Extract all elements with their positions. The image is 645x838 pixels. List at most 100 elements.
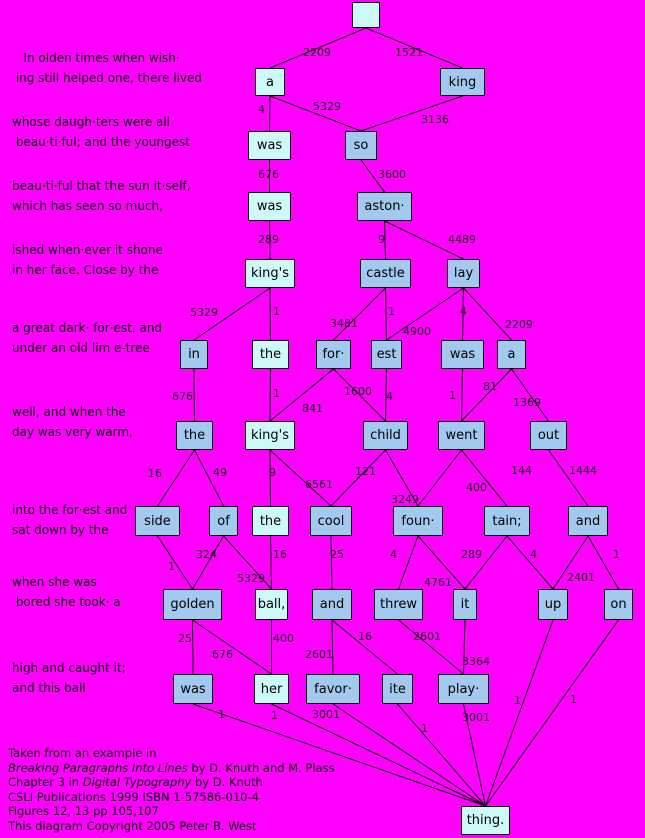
graph-node-aston[interactable]: aston· <box>357 192 412 221</box>
caption-line-3-rest: by D. Knuth <box>191 775 263 789</box>
edge-weight-label: 4761 <box>424 576 452 589</box>
graph-edge <box>506 535 554 590</box>
graph-node-a1[interactable]: a <box>255 68 285 96</box>
edge-weight-label: 25 <box>178 632 192 645</box>
story-paragraph: a great dark· for·est, and under an old … <box>12 321 163 355</box>
edge-weight-label: 1 <box>271 709 278 722</box>
graph-node-went[interactable]: went <box>438 421 485 450</box>
graph-node-label: and <box>575 513 601 529</box>
graph-edge <box>417 449 462 507</box>
edge-weight-label: 3481 <box>330 317 358 330</box>
graph-node-label: so <box>353 138 369 153</box>
graph-node-root[interactable] <box>352 2 380 28</box>
graph-node-threw[interactable]: threw <box>374 589 423 620</box>
graph-node-cool[interactable]: cool <box>310 506 352 536</box>
edge-weight-label: 3364 <box>462 655 490 668</box>
graph-node-favor[interactable]: favor· <box>306 674 360 704</box>
edge-weight-label: 16 <box>148 467 162 480</box>
graph-node-label: the <box>259 513 282 529</box>
graph-node-golden[interactable]: golden <box>163 589 222 620</box>
edge-weight-label: 2401 <box>567 571 595 584</box>
diagram-caption: Taken from an example in Breaking Paragr… <box>8 746 335 833</box>
graph-node-label: and <box>319 597 345 612</box>
graph-node-castle[interactable]: castle <box>360 259 411 288</box>
graph-node-in[interactable]: in <box>180 340 208 369</box>
graph-node-label: cool <box>317 513 345 529</box>
caption-line-3-pre: Chapter 3 in <box>8 775 83 789</box>
graph-node-label: foun· <box>401 513 435 529</box>
caption-line-3-title: Digital Typography <box>82 775 192 789</box>
graph-node-kings1[interactable]: king's <box>245 259 295 288</box>
edge-weight-label: 9 <box>378 233 385 246</box>
graph-node-label: ite <box>389 681 406 697</box>
graph-node-the3[interactable]: the <box>252 506 289 536</box>
graph-edge <box>485 619 619 807</box>
edge-weight-label: 4 <box>390 548 397 561</box>
graph-node-a2[interactable]: a <box>497 340 526 369</box>
graph-node-was3[interactable]: was <box>441 340 484 369</box>
diagram-canvas: In olden times when wish· ing still help… <box>0 0 645 838</box>
edge-weight-label: 2601 <box>413 630 441 643</box>
graph-node-label: golden <box>170 597 215 612</box>
edge-weight-label: 1 <box>273 387 280 400</box>
graph-edge <box>269 95 271 132</box>
graph-node-the2[interactable]: the <box>176 421 213 450</box>
graph-node-the1[interactable]: the <box>252 340 289 369</box>
graph-edge <box>269 287 271 341</box>
graph-node-child[interactable]: child <box>363 421 408 450</box>
graph-node-so[interactable]: so <box>345 131 377 160</box>
graph-node-up[interactable]: up <box>538 589 568 620</box>
graph-node-est[interactable]: est <box>371 340 402 369</box>
edge-weight-label: 4 <box>530 548 537 561</box>
graph-node-foun[interactable]: foun· <box>393 506 443 536</box>
graph-node-king[interactable]: king <box>440 68 485 96</box>
graph-edge <box>461 449 508 507</box>
graph-node-side[interactable]: side <box>135 506 180 536</box>
edge-weight-label: 81 <box>483 380 497 393</box>
graph-node-label: her <box>260 681 283 697</box>
story-paragraph: beau·ti·ful that the sun it·self, which … <box>12 179 191 213</box>
graph-node-label: up <box>544 597 562 612</box>
graph-node-kings2[interactable]: king's <box>245 421 295 450</box>
graph-edge <box>398 535 419 590</box>
graph-node-was4[interactable]: was <box>173 674 213 704</box>
graph-node-her[interactable]: her <box>254 674 289 704</box>
graph-node-lay[interactable]: lay <box>447 259 480 288</box>
graph-node-tain[interactable]: tain; <box>484 506 530 536</box>
graph-node-out[interactable]: out <box>530 421 567 450</box>
graph-node-was2[interactable]: was <box>248 192 291 221</box>
graph-node-was1[interactable]: was <box>248 131 291 160</box>
edge-weight-label: 25 <box>330 548 344 561</box>
graph-node-label: king <box>448 74 477 90</box>
graph-node-thing[interactable]: thing. <box>461 806 510 835</box>
graph-node-label: ball, <box>257 597 286 612</box>
edge-weight-label: 1369 <box>513 396 541 409</box>
edge-weight-label: 4900 <box>403 325 431 338</box>
graph-node-ite[interactable]: ite <box>382 674 413 704</box>
graph-node-on[interactable]: on <box>604 589 633 620</box>
edge-weight-label: 121 <box>355 465 376 478</box>
graph-edge <box>192 619 194 675</box>
graph-edge <box>463 287 512 341</box>
graph-node-label: was <box>449 347 476 362</box>
graph-node-play[interactable]: play· <box>438 674 489 704</box>
edge-weight-label: 4489 <box>448 233 476 246</box>
story-paragraph: when she was bored she took· a <box>12 575 121 609</box>
graph-node-and1[interactable]: and <box>568 506 608 536</box>
edge-weight-label: 1 <box>421 722 428 735</box>
edge-weight-label: 9 <box>269 466 276 479</box>
graph-node-ball[interactable]: ball, <box>255 589 288 620</box>
graph-node-of[interactable]: of <box>209 506 238 536</box>
edge-weight-label: 1 <box>613 548 620 561</box>
edge-weight-label: 6561 <box>305 478 333 491</box>
edge-weight-label: 2209 <box>303 46 331 59</box>
graph-node-label: castle <box>366 266 405 281</box>
graph-node-and2[interactable]: and <box>312 589 352 620</box>
edge-weight-label: 3600 <box>378 168 406 181</box>
graph-node-label: on <box>610 597 627 612</box>
edge-weight-label: 400 <box>273 632 294 645</box>
graph-node-it[interactable]: it <box>453 589 477 620</box>
graph-node-label: child <box>370 428 401 443</box>
edge-weight-label: 676 <box>172 390 193 403</box>
graph-node-for[interactable]: for· <box>316 340 351 369</box>
